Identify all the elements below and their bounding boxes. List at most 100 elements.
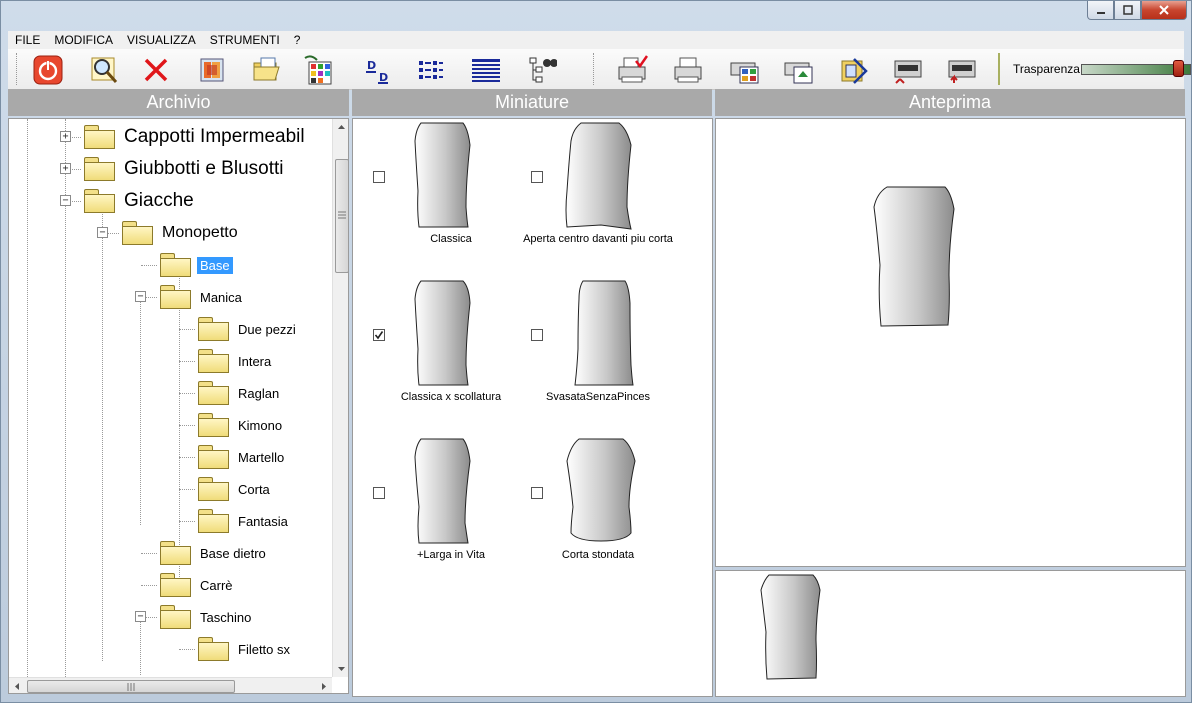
thumbnail-item[interactable]: Classica x scollatura (353, 277, 513, 427)
tree-connector-line (179, 425, 195, 426)
scroll-right-icon[interactable] (315, 678, 332, 694)
thumbnail-item[interactable]: Corta stondata (513, 435, 673, 585)
tree-item[interactable]: Taschino (159, 603, 254, 631)
open-folder-button[interactable] (248, 53, 284, 87)
tree-item[interactable]: Intera (197, 347, 274, 375)
plotter-out-icon (948, 60, 976, 83)
tree-item[interactable]: Base dietro (159, 539, 269, 567)
maximize-icon (1122, 5, 1133, 15)
tree-item-label: Base dietro (200, 545, 266, 561)
thumbnail-checkbox[interactable] (373, 171, 385, 183)
thumbnail-checkbox[interactable] (531, 487, 543, 499)
archive-panel-header: Archivio (8, 89, 349, 116)
tree-item[interactable]: Base (159, 251, 233, 279)
thumbnail-checkbox[interactable] (531, 171, 543, 183)
tree-item[interactable]: Kimono (197, 411, 285, 439)
garment-thumbnail (414, 280, 471, 386)
close-window-button[interactable] (1141, 1, 1187, 20)
tree-item[interactable]: Cappotti Impermeabil (83, 123, 308, 151)
minimize-button[interactable] (1087, 1, 1114, 20)
thumbnail-checkbox[interactable] (531, 329, 543, 341)
thumbnail-item[interactable]: SvasataSenzaPinces (513, 277, 673, 427)
menu-modifica[interactable]: MODIFICA (47, 31, 120, 49)
thumbnail-item[interactable]: +Larga in Vita (353, 435, 513, 585)
folder-icon (197, 316, 231, 342)
scroll-down-icon[interactable] (333, 660, 349, 677)
exit-button[interactable] (30, 53, 66, 87)
menu-strumenti[interactable]: STRUMENTI (203, 31, 287, 49)
maximize-button[interactable] (1114, 1, 1141, 20)
garment-preview (873, 186, 955, 327)
folder-icon (197, 476, 231, 502)
export-button[interactable] (836, 53, 872, 87)
tree-item[interactable]: Martello (197, 443, 287, 471)
tree-horizontal-scrollbar[interactable] (9, 677, 332, 694)
tree-vertical-scrollbar[interactable] (332, 119, 349, 677)
tree-item[interactable]: Due pezzi (197, 315, 299, 343)
thumbnail-caption: SvasataSenzaPinces (546, 391, 650, 403)
tree-item[interactable]: Giacche (83, 187, 197, 215)
tree-expander-icon[interactable]: + (60, 163, 71, 174)
tree-item[interactable]: Fantasia (197, 507, 291, 535)
folder-icon (197, 348, 231, 374)
folder-icon (83, 156, 117, 182)
print-export-button[interactable] (780, 53, 816, 87)
tree-vertical-scroll-thumb[interactable] (335, 159, 348, 273)
sort-button[interactable]: DD (360, 53, 396, 87)
print-layout-button[interactable] (726, 53, 762, 87)
tree-expander-icon[interactable]: − (135, 611, 146, 622)
thumbnail-checkbox[interactable] (373, 329, 385, 341)
tree-item[interactable]: Giubbotti e Blusotti (83, 155, 286, 183)
preview-pane (715, 118, 1186, 567)
tree-item[interactable]: Carrè (159, 571, 236, 599)
details-view-button[interactable] (468, 53, 504, 87)
thumbnail-item[interactable]: Aperta centro davanti piu corta (513, 119, 673, 269)
tree-expander-icon[interactable]: − (135, 291, 146, 302)
preview-button[interactable] (86, 53, 122, 87)
list-view-button[interactable] (412, 53, 448, 87)
thumbnail-checkbox[interactable] (373, 487, 385, 499)
tree-connector-line (179, 649, 195, 650)
title-bar (1, 1, 1191, 31)
gallery-button[interactable] (194, 53, 230, 87)
tree-expander-icon[interactable]: − (97, 227, 108, 238)
tree-expander-icon[interactable]: + (60, 131, 71, 142)
tree-item[interactable]: Manica (159, 283, 245, 311)
svg-text:D: D (367, 59, 376, 72)
tree-item-label: Due pezzi (238, 321, 296, 337)
tree-item[interactable]: Monopetto (121, 219, 241, 247)
tree-expander-icon[interactable]: − (60, 195, 71, 206)
folder-icon (121, 220, 155, 246)
plotter-out-button[interactable] (944, 53, 980, 87)
scroll-left-icon[interactable] (9, 678, 26, 694)
transparency-slider-thumb[interactable] (1173, 60, 1184, 77)
tree-search-button[interactable] (524, 53, 560, 87)
menu-file[interactable]: FILE (8, 31, 47, 49)
tree-item[interactable]: Corta (197, 475, 273, 503)
tree-connector-line (65, 199, 66, 677)
thumbnail-caption: Aperta centro davanti piu corta (523, 233, 673, 245)
sort-icon: DD (366, 59, 388, 84)
tree-connector-line (179, 393, 195, 394)
tree-item[interactable]: Raglan (197, 379, 282, 407)
delete-button[interactable] (138, 53, 174, 87)
tree-connector-line (179, 329, 195, 330)
print-checked-button[interactable] (614, 53, 650, 87)
tree-item-label: Giubbotti e Blusotti (124, 158, 284, 179)
garment-preview-small (760, 574, 821, 680)
menu-visualizza[interactable]: VISUALIZZA (120, 31, 203, 49)
tree-item-label: Cappotti Impermeabil (124, 126, 305, 147)
tree-horizontal-scroll-thumb[interactable] (27, 680, 235, 693)
scroll-up-icon[interactable] (333, 119, 349, 136)
delete-x-icon (144, 58, 168, 82)
menu-help[interactable]: ? (287, 31, 308, 49)
folder-icon (83, 124, 117, 150)
folder-icon (159, 284, 193, 310)
thumbnail-item[interactable]: Classica (353, 119, 513, 269)
palette-button[interactable] (302, 53, 338, 87)
tree-item-label: Base (197, 256, 233, 274)
print-button[interactable] (670, 53, 706, 87)
plotter-in-button[interactable] (890, 53, 926, 87)
tree-item[interactable]: Filetto sx (197, 635, 293, 663)
tree-item-label: Intera (238, 353, 272, 369)
